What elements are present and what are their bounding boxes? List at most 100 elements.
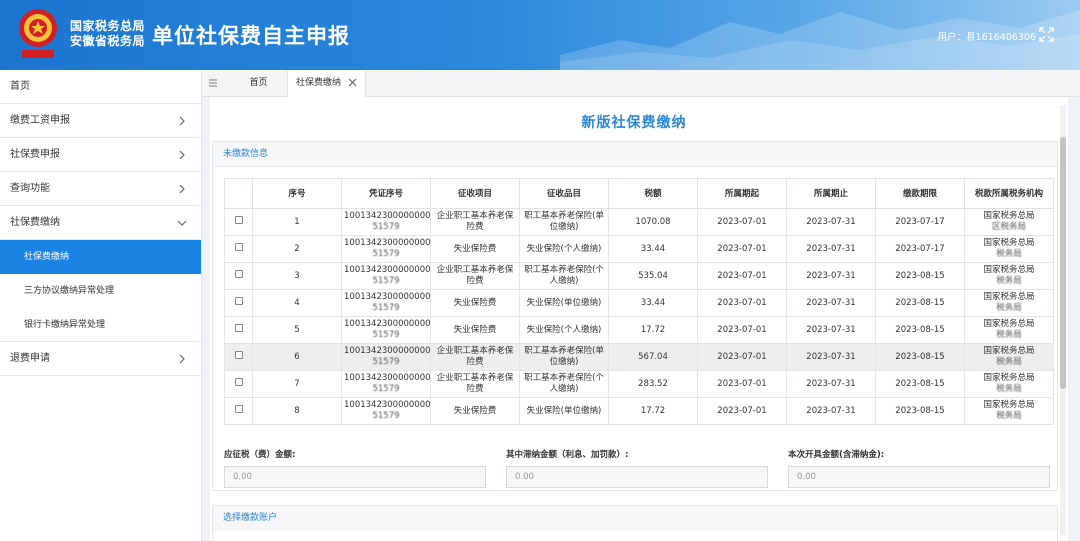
period-start: 2023-07-01 xyxy=(697,262,787,290)
chevron-right-icon xyxy=(179,150,185,160)
account-section-title: 选择缴款账户 xyxy=(213,506,1057,531)
sidebar-item-label: 缴费工资申报 xyxy=(10,115,70,126)
fullscreen-icon[interactable] xyxy=(1039,27,1054,42)
period-end: 2023-07-31 xyxy=(786,343,876,371)
sidebar-subitem-bankcard-exception[interactable]: 银行卡缴纳异常处理 xyxy=(0,308,201,342)
tax-amount: 33.44 xyxy=(608,289,698,317)
voucher-number: 1001342300000000 51579 xyxy=(341,262,431,290)
tax-authority: 国家税务总局 区税务局 xyxy=(964,208,1054,236)
period-end: 2023-07-31 xyxy=(786,208,876,236)
due-amount-group: 应征税（费）金额: 0.00 xyxy=(224,448,486,488)
tab-label: 社保费缴纳 xyxy=(296,78,342,88)
row-checkbox[interactable] xyxy=(234,378,243,386)
sidebar-item-label: 三方协议缴纳异常处理 xyxy=(24,286,115,296)
levy-item: 企业职工基本养老保险费 xyxy=(430,343,520,371)
tab-label: 首页 xyxy=(249,78,268,88)
sidebar-item-social-declaration[interactable]: 社保费申报 xyxy=(0,138,201,172)
close-tab-icon[interactable] xyxy=(348,78,357,87)
sidebar-item-refund[interactable]: 退费申请 xyxy=(0,342,201,376)
period-start: 2023-07-01 xyxy=(697,370,787,398)
column-header: 缴款期限 xyxy=(875,178,965,209)
row-checkbox[interactable] xyxy=(234,405,243,413)
tax-authority: 国家税务总局 税务局 xyxy=(964,289,1054,317)
row-number: 3 xyxy=(252,262,342,290)
tax-amount: 33.44 xyxy=(608,235,698,263)
summary-row: 应征税（费）金额: 0.00 其中滞纳金额（利息、加罚款）: 0.00 本次开具… xyxy=(224,448,1050,488)
tax-authority-line: 国家税务总局 xyxy=(983,373,1035,383)
levy-subitem: 失业保险(单位缴纳) xyxy=(519,289,609,317)
unpaid-table-body: 1 1001342300000000 51579 企业职工基本养老保险费 职工基本养老保… xyxy=(224,208,1054,425)
org-line-1: 国家税务总局 xyxy=(70,19,146,33)
row-checkbox[interactable] xyxy=(234,216,243,224)
row-checkbox[interactable] xyxy=(234,324,243,332)
unpaid-section-title: 未缴款信息 xyxy=(213,142,1057,167)
table-row[interactable]: 4 1001342300000000 51579 失业保险费 失业保险(单位缴纳) 33.… xyxy=(224,289,1054,317)
user-name[interactable]: 县1616406306 xyxy=(966,32,1036,43)
tab-social-payment[interactable]: 社保费缴纳 xyxy=(288,70,366,97)
organization-name: 国家税务总局 安徽省税务局 xyxy=(70,19,145,49)
tax-authority-line: 国家税务总局 xyxy=(983,265,1035,275)
due-amount-field[interactable]: 0.00 xyxy=(224,466,486,488)
select-column-header xyxy=(224,178,253,209)
table-row[interactable]: 6 1001342300000000 51579 企业职工基本养老保险费 职工基本养老保… xyxy=(224,343,1054,371)
levy-subitem: 失业保险(单位缴纳) xyxy=(519,397,609,425)
sidebar-subitem-social-payment[interactable]: 社保费缴纳 xyxy=(0,240,201,274)
user-info: 用户：县1616406306 xyxy=(938,29,1036,43)
table-row[interactable]: 3 1001342300000000 51579 企业职工基本养老保险费 职工基本养老保… xyxy=(224,262,1054,290)
payment-deadline: 2023-08-15 xyxy=(875,262,965,290)
chevron-right-icon xyxy=(179,184,185,194)
app-title: 单位社保费自主申报 xyxy=(152,24,350,48)
table-row[interactable]: 8 1001342300000000 51579 失业保险费 失业保险(单位缴纳) 17.… xyxy=(224,397,1054,425)
sidebar-item-social-payment[interactable]: 社保费缴纳 xyxy=(0,206,201,240)
row-checkbox[interactable] xyxy=(234,270,243,278)
tax-amount: 567.04 xyxy=(608,343,698,371)
period-end: 2023-07-31 xyxy=(786,262,876,290)
payment-deadline: 2023-08-15 xyxy=(875,316,965,344)
page-title: 新版社保费缴纳 xyxy=(581,115,687,131)
sidebar-item-wage-declaration[interactable]: 缴费工资申报 xyxy=(0,104,201,138)
sidebar-subitem-tripartite-exception[interactable]: 三方协议缴纳异常处理 xyxy=(0,274,201,308)
sidebar-item-home[interactable]: 首页 xyxy=(0,70,201,104)
tax-authority-line: 税务局 xyxy=(996,357,1022,367)
column-header: 序号 xyxy=(252,178,342,209)
levy-item: 失业保险费 xyxy=(430,316,520,344)
late-fee-field[interactable]: 0.00 xyxy=(506,466,768,488)
row-checkbox[interactable] xyxy=(234,351,243,359)
payment-deadline: 2023-07-17 xyxy=(875,208,965,236)
vertical-scrollbar[interactable] xyxy=(1060,105,1066,535)
row-checkbox[interactable] xyxy=(234,243,243,251)
row-checkbox[interactable] xyxy=(234,297,243,305)
menu-toggle-icon[interactable] xyxy=(208,78,218,88)
tax-authority-line: 国家税务总局 xyxy=(983,292,1035,302)
late-fee-group: 其中滞纳金额（利息、加罚款）: 0.00 xyxy=(506,448,768,488)
tax-emblem-icon xyxy=(19,9,57,58)
table-header-row: 序号 凭证序号 征收项目 征收品目 税额 所属期起 所属期止 缴款期限 税款所属… xyxy=(224,178,1054,209)
issue-amount-group: 本次开具金额(含滞纳金): 0.00 xyxy=(788,448,1050,488)
sidebar-item-label: 首页 xyxy=(10,81,30,92)
table-row[interactable]: 2 1001342300000000 51579 失业保险费 失业保险(个人缴纳) 33.… xyxy=(224,235,1054,263)
voucher-number-line: 1001342300000000 xyxy=(344,238,431,248)
tax-authority-line: 税务局 xyxy=(996,249,1022,259)
table-row[interactable]: 1 1001342300000000 51579 企业职工基本养老保险费 职工基本养老保… xyxy=(224,208,1054,236)
column-header: 税额 xyxy=(608,178,698,209)
payment-deadline: 2023-08-15 xyxy=(875,289,965,317)
voucher-number-line: 1001342300000000 xyxy=(344,319,431,329)
chevron-right-icon xyxy=(179,354,185,364)
row-select-cell xyxy=(224,397,253,425)
column-header: 凭证序号 xyxy=(341,178,431,209)
table-row[interactable]: 7 1001342300000000 51579 企业职工基本养老保险费 职工基本养老保… xyxy=(224,370,1054,398)
tab-home[interactable]: 首页 xyxy=(230,70,288,97)
row-select-cell xyxy=(224,316,253,344)
voucher-number-line: 51579 xyxy=(372,330,400,340)
voucher-number: 1001342300000000 51579 xyxy=(341,289,431,317)
column-header: 税款所属税务机构 xyxy=(964,178,1054,209)
tax-authority-line: 税务局 xyxy=(996,384,1022,394)
table-row[interactable]: 5 1001342300000000 51579 失业保险费 失业保险(个人缴纳) 17.… xyxy=(224,316,1054,344)
row-number: 1 xyxy=(252,208,342,236)
scrollbar-thumb[interactable] xyxy=(1060,137,1066,389)
sidebar-item-query[interactable]: 查询功能 xyxy=(0,172,201,206)
sidebar-item-label: 查询功能 xyxy=(10,183,50,194)
voucher-number: 1001342300000000 51579 xyxy=(341,208,431,236)
issue-amount-field[interactable]: 0.00 xyxy=(788,466,1050,488)
period-end: 2023-07-31 xyxy=(786,289,876,317)
